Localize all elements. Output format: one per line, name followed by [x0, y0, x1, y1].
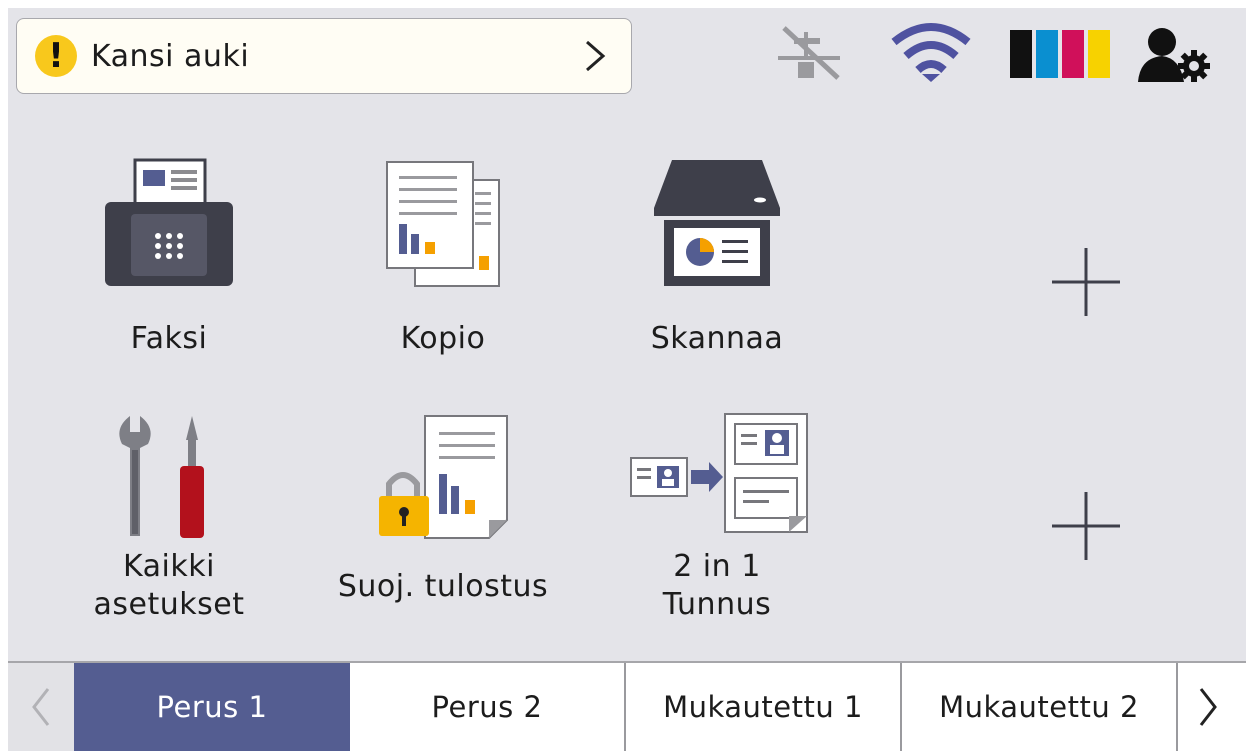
tab-perus-1[interactable]: Perus 1 [74, 663, 350, 751]
ink-level-icon[interactable] [1008, 30, 1112, 78]
tab-mukautettu-1[interactable]: Mukautettu 1 [626, 663, 902, 751]
fax-icon [105, 158, 233, 286]
scan-label: Skannaa [650, 321, 784, 356]
id-copy-label: 2 in 1 Tunnus [662, 549, 772, 622]
chevron-right-icon [1199, 688, 1217, 726]
status-message-text: Kansi auki [91, 38, 250, 74]
chevron-right-icon [586, 40, 606, 72]
id-copy-tile[interactable]: 2 in 1 Tunnus [582, 404, 852, 654]
tab-next-button[interactable] [1178, 663, 1238, 751]
secure-print-icon [379, 415, 508, 539]
wired-lan-disabled-icon[interactable] [776, 22, 844, 82]
secure-print-label: Suoj. tulostus [337, 569, 549, 604]
secure-print-tile[interactable]: Suoj. tulostus [308, 404, 578, 654]
all-settings-tile[interactable]: Kaikki asetukset [34, 404, 304, 654]
chevron-left-icon [32, 688, 50, 726]
add-shortcut-button-top[interactable] [1046, 242, 1126, 322]
scan-tile[interactable]: Skannaa [582, 148, 852, 398]
tab-mukautettu-2[interactable]: Mukautettu 2 [902, 663, 1178, 751]
tools-icon [119, 416, 204, 538]
home-screen: ! Kansi auki Faksi Kopio Skannaa Kaikki … [8, 8, 1246, 751]
warning-icon: ! [35, 35, 77, 77]
status-message-button[interactable]: ! Kansi auki [16, 18, 632, 94]
copy-tile[interactable]: Kopio [308, 148, 578, 398]
add-shortcut-button-bottom[interactable] [1046, 486, 1126, 566]
all-settings-label: Kaikki asetukset [93, 549, 245, 622]
tab-prev-button[interactable] [8, 663, 74, 751]
fax-tile[interactable]: Faksi [34, 148, 304, 398]
copy-icon [386, 161, 500, 287]
copy-label: Kopio [400, 321, 486, 356]
id-copy-icon [630, 413, 808, 533]
fax-label: Faksi [130, 321, 208, 356]
tab-bar: Perus 1 Perus 2 Mukautettu 1 Mukautettu … [8, 661, 1246, 751]
wifi-icon[interactable] [888, 20, 974, 84]
scan-icon [654, 160, 780, 286]
user-settings-icon[interactable] [1136, 24, 1214, 86]
tab-perus-2[interactable]: Perus 2 [350, 663, 626, 751]
